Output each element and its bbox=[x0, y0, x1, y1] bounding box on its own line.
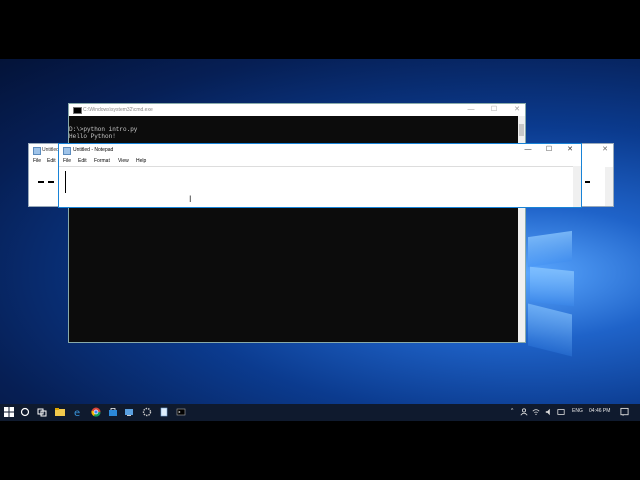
notepad-title: Untitled - Notepad bbox=[73, 147, 114, 153]
action-center-small-icon[interactable] bbox=[557, 407, 565, 417]
notepad-icon bbox=[33, 147, 41, 155]
text-caret bbox=[65, 171, 66, 193]
menu-format[interactable]: Format bbox=[94, 158, 110, 164]
show-hidden-icons-icon[interactable]: ^ bbox=[511, 408, 513, 414]
menu-file[interactable]: File bbox=[33, 158, 41, 164]
menu-file[interactable]: File bbox=[63, 158, 71, 164]
start-icon[interactable] bbox=[4, 407, 14, 417]
edge-icon[interactable]: e bbox=[73, 407, 83, 417]
wallpaper-light-beam bbox=[530, 266, 574, 307]
menu-edit[interactable]: Edit bbox=[78, 158, 87, 164]
wallpaper-light-beam bbox=[528, 230, 572, 268]
volume-icon[interactable] bbox=[545, 407, 553, 417]
maximize-button[interactable]: ☐ bbox=[544, 145, 554, 155]
svg-text:e: e bbox=[74, 408, 80, 417]
cmd-window[interactable]: C:\Windows\system32\cmd.exe — ☐ ✕ D:\>py… bbox=[68, 103, 526, 343]
store-icon[interactable] bbox=[108, 407, 118, 417]
task-view-icon[interactable] bbox=[37, 407, 47, 417]
clock[interactable]: 04:46 PM bbox=[589, 408, 610, 414]
notepad-window[interactable]: Untitled - Notepad — ☐ ✕ File Edit Forma… bbox=[58, 143, 582, 208]
chrome-icon[interactable] bbox=[91, 407, 101, 417]
notepad-icon bbox=[63, 147, 71, 155]
console-line: D:\>python intro.py bbox=[69, 126, 138, 133]
menu-edit[interactable]: Edit bbox=[47, 158, 56, 164]
taskbar: e ^ ENG 04:46 PM bbox=[0, 404, 640, 421]
cmd-title: C:\Windows\system32\cmd.exe bbox=[83, 107, 153, 113]
text-fragment bbox=[585, 181, 590, 183]
cmd-titlebar[interactable]: C:\Windows\system32\cmd.exe — ☐ ✕ bbox=[69, 104, 525, 116]
minimize-button[interactable]: — bbox=[466, 105, 476, 115]
people-icon[interactable] bbox=[520, 407, 528, 417]
text-fragment bbox=[48, 181, 54, 183]
minimize-button[interactable]: — bbox=[523, 145, 533, 155]
close-button[interactable]: ✕ bbox=[512, 105, 522, 115]
console-line: Hello Python! bbox=[69, 133, 116, 140]
search-icon[interactable] bbox=[20, 407, 30, 417]
ibeam-cursor-icon: I bbox=[189, 194, 192, 204]
notepad-text-area[interactable]: I bbox=[59, 166, 573, 207]
menu-help[interactable]: Help bbox=[136, 158, 146, 164]
menu-view[interactable]: View bbox=[118, 158, 129, 164]
close-button[interactable]: ✕ bbox=[565, 145, 575, 155]
cmd-icon bbox=[73, 107, 82, 114]
wallpaper-light-beam bbox=[528, 303, 572, 357]
cmd-taskbar-icon[interactable] bbox=[176, 407, 186, 417]
network-app-icon[interactable] bbox=[124, 407, 134, 417]
notepad-titlebar[interactable]: Untitled - Notepad — ☐ ✕ bbox=[59, 144, 581, 156]
network-icon[interactable] bbox=[532, 407, 540, 417]
notepad-menubar: File Edit Format View Help bbox=[59, 157, 581, 166]
notepad-taskbar-icon[interactable] bbox=[159, 407, 169, 417]
notepad-bg-title: Untitled bbox=[42, 147, 59, 153]
vertical-scrollbar[interactable] bbox=[573, 166, 581, 207]
settings-app-icon[interactable] bbox=[142, 407, 152, 417]
scrollbar-thumb[interactable] bbox=[519, 124, 524, 136]
file-explorer-icon[interactable] bbox=[55, 407, 65, 417]
language-indicator[interactable]: ENG bbox=[572, 408, 583, 414]
text-fragment bbox=[38, 181, 44, 183]
vertical-scrollbar[interactable] bbox=[605, 167, 613, 206]
close-button[interactable]: ✕ bbox=[600, 145, 610, 155]
notifications-icon[interactable] bbox=[620, 407, 629, 417]
maximize-button[interactable]: ☐ bbox=[489, 105, 499, 115]
